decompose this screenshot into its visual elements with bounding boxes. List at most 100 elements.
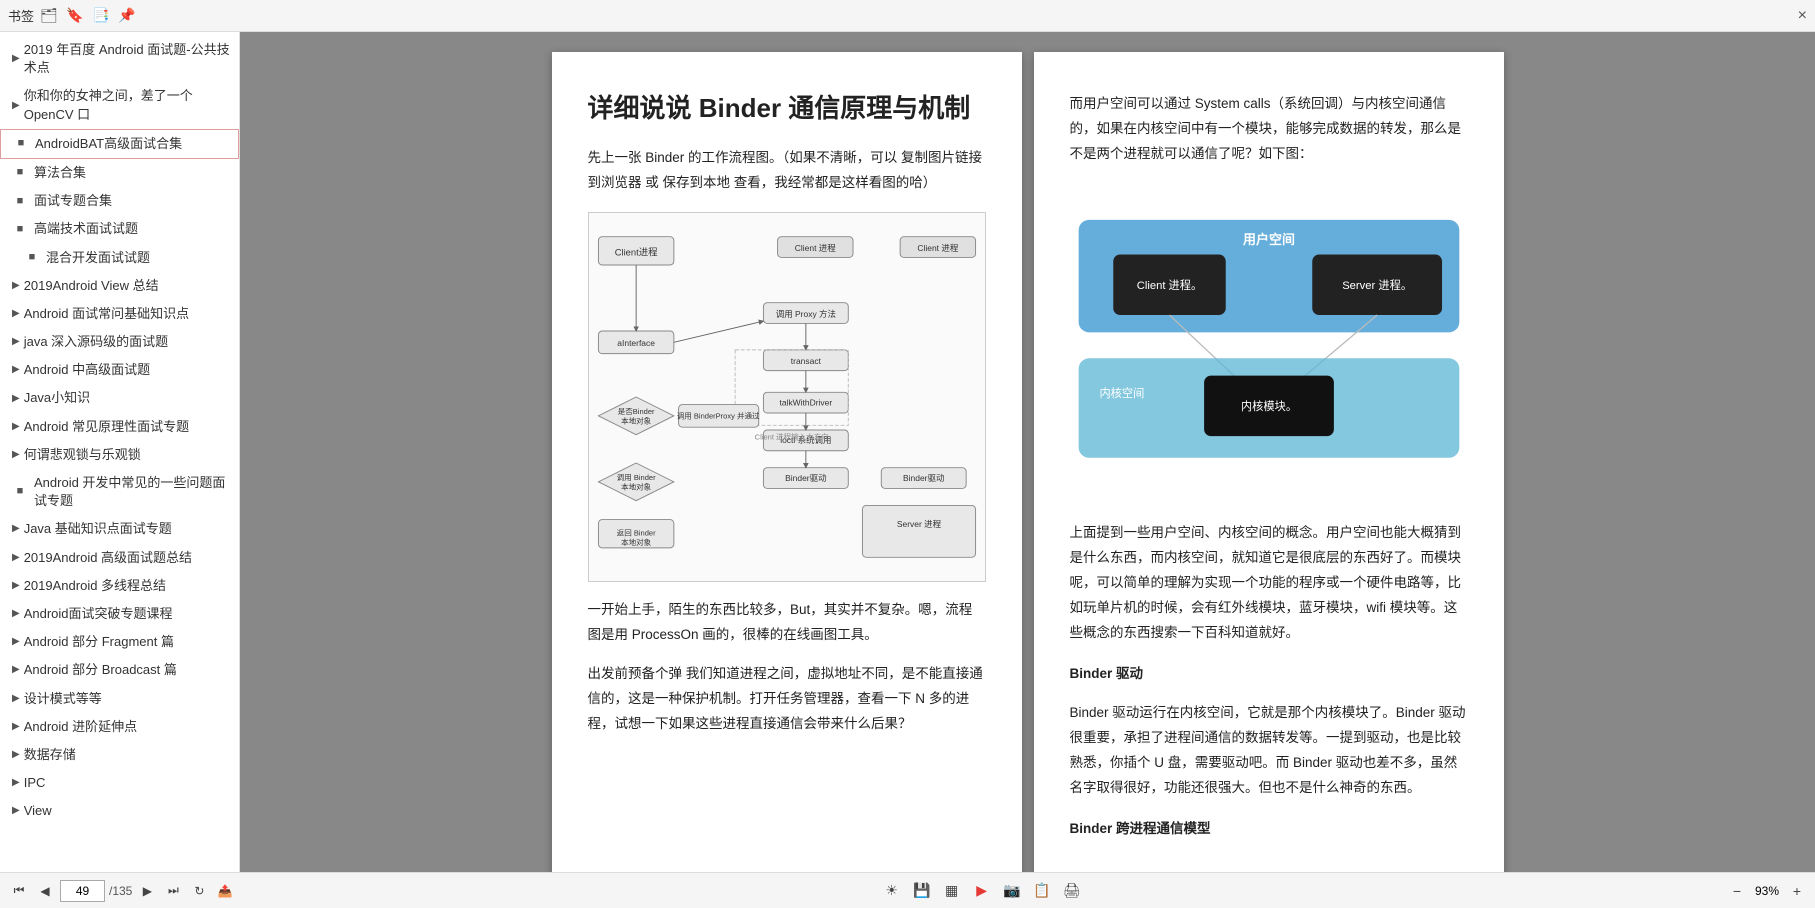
sidebar-item-22[interactable]: ▶ 设计模式等等 (0, 685, 239, 713)
sidebar-label-23: Android 进阶延伸点 (24, 718, 137, 736)
zoom-out-button[interactable]: − (1727, 881, 1747, 901)
sidebar-item-23[interactable]: ▶ Android 进阶延伸点 (0, 713, 239, 741)
bottom-left: ⏮ ◀ /135 ▶ ⏭ ↻ 📤 (8, 880, 236, 902)
svg-text:Client 进程。: Client 进程。 (1136, 279, 1202, 292)
zoom-control: − 93% + (1727, 881, 1807, 901)
sidebar-item-26[interactable]: ▶ View (0, 797, 239, 825)
sidebar-item-1[interactable]: ▶ 2019 年百度 Android 面试题-公共技术点 (0, 36, 239, 82)
sidebar-item-16[interactable]: ▶ Java 基础知识点面试专题 (0, 515, 239, 543)
sidebar-item-21[interactable]: ▶ Android 部分 Broadcast 篇 (0, 656, 239, 684)
arrow-icon-11: ▶ (12, 363, 20, 377)
sidebar: ▶ 2019 年百度 Android 面试题-公共技术点 ▶ 你和你的女神之间，… (0, 32, 240, 872)
arrow-icon-10: ▶ (12, 335, 20, 349)
zoom-value: 93% (1749, 884, 1785, 898)
sidebar-item-5[interactable]: ■ 面试专题合集 (0, 187, 239, 215)
bookmark-icon1[interactable]: 🗂 (40, 7, 58, 25)
arrow-icon-16: ▶ (12, 522, 20, 536)
left-para3: 出发前预备个弹 我们知道进程之间，虚拟地址不同，是不能直接通信的，这是一种保护机… (588, 662, 986, 737)
arrow-icon-8: ▶ (12, 279, 20, 293)
right-para1: 而用户空间可以通过 System calls（系统回调）与内核空间通信的，如果在… (1070, 92, 1468, 167)
pdf-container[interactable]: 详细说说 Binder 通信原理与机制 先上一张 Binder 的工作流程图。（… (240, 32, 1815, 872)
svg-text:内核空间: 内核空间 (1099, 386, 1144, 400)
sidebar-item-6[interactable]: ■ 高端技术面试试题 (0, 215, 239, 243)
sidebar-item-9[interactable]: ▶ Android 面试常问基础知识点 (0, 300, 239, 328)
arrow-icon-21: ▶ (12, 663, 20, 677)
sidebar-item-25[interactable]: ▶ IPC (0, 769, 239, 797)
next-page-button[interactable]: ▶ (136, 880, 158, 902)
item-icon-15: ■ (12, 484, 28, 500)
sidebar-label-21: Android 部分 Broadcast 篇 (24, 661, 177, 679)
bookmark-icon4[interactable]: 📌 (118, 7, 136, 25)
bookmark-icon2[interactable]: 🔖 (66, 7, 84, 25)
sidebar-label-7: 混合开发面试试题 (46, 249, 150, 267)
zoom-in-button[interactable]: + (1787, 881, 1807, 901)
item-icon-6: ■ (12, 221, 28, 237)
sidebar-item-15[interactable]: ■ Android 开发中常见的一些问题面试专题 (0, 469, 239, 515)
first-page-button[interactable]: ⏮ (8, 880, 30, 902)
svg-text:transact: transact (790, 356, 821, 366)
page-total: /135 (109, 884, 132, 898)
sidebar-label-13: Android 常见原理性面试专题 (24, 418, 189, 436)
sidebar-label-15: Android 开发中常见的一些问题面试专题 (34, 474, 231, 510)
svg-text:本地对象: 本地对象 (621, 415, 652, 425)
page-body-right: 而用户空间可以通过 System calls（系统回调）与内核空间通信的，如果在… (1070, 92, 1468, 842)
sidebar-item-3[interactable]: ■ AndroidBAT高级面试合集 (0, 129, 239, 159)
sidebar-label-20: Android 部分 Fragment 篇 (24, 633, 174, 651)
arrow-icon-20: ▶ (12, 635, 20, 649)
sidebar-list: ▶ 2019 年百度 Android 面试题-公共技术点 ▶ 你和你的女神之间，… (0, 32, 239, 872)
print-icon[interactable]: 🖨 (1059, 878, 1085, 904)
sidebar-item-4[interactable]: ■ 算法合集 (0, 159, 239, 187)
sidebar-item-11[interactable]: ▶ Android 中高级面试题 (0, 356, 239, 384)
play-icon[interactable]: ▶ (969, 878, 995, 904)
svg-text:调用 Proxy 方法: 调用 Proxy 方法 (775, 309, 835, 319)
sidebar-item-24[interactable]: ▶ 数据存储 (0, 741, 239, 769)
sun-icon[interactable]: ☀ (879, 878, 905, 904)
screenshot-icon[interactable]: 📷 (999, 878, 1025, 904)
prev-page-button[interactable]: ◀ (34, 880, 56, 902)
copy-icon[interactable]: 📋 (1029, 878, 1055, 904)
bookmark-icon3[interactable]: 📑 (92, 7, 110, 25)
left-para2: 一开始上手，陌生的东西比较多，But，其实并不复杂。嗯，流程图是用 Proces… (588, 598, 986, 648)
last-page-button[interactable]: ⏭ (162, 880, 184, 902)
sidebar-label-19: Android面试突破专题课程 (24, 605, 173, 623)
sidebar-item-17[interactable]: ▶ 2019Android 高级面试题总结 (0, 544, 239, 572)
save-icon[interactable]: 💾 (909, 878, 935, 904)
sidebar-item-8[interactable]: ▶ 2019Android View 总结 (0, 272, 239, 300)
arrow-icon-18: ▶ (12, 579, 20, 593)
sidebar-item-20[interactable]: ▶ Android 部分 Fragment 篇 (0, 628, 239, 656)
pdf-page-right: 而用户空间可以通过 System calls（系统回调）与内核空间通信的，如果在… (1034, 52, 1504, 872)
item-icon-7: ■ (24, 250, 40, 266)
svg-text:Binder驱动: Binder驱动 (785, 473, 826, 483)
svg-text:内核模块。: 内核模块。 (1240, 399, 1296, 413)
sidebar-item-2[interactable]: ▶ 你和你的女神之间，差了一个 OpenCV 口 (0, 82, 239, 128)
svg-text:Client 进程: Client 进程 (794, 243, 835, 253)
sidebar-item-19[interactable]: ▶ Android面试突破专题课程 (0, 600, 239, 628)
sidebar-item-10[interactable]: ▶ java 深入源码级的面试题 (0, 328, 239, 356)
item-icon-5: ■ (12, 193, 28, 209)
bottom-bar: ⏮ ◀ /135 ▶ ⏭ ↻ 📤 ☀ 💾 ▦ ▶ 📷 📋 🖨 − 93% + (0, 872, 1815, 908)
arrow-icon-25: ▶ (12, 776, 20, 790)
svg-text:Client 进程输入大方向: Client 进程输入大方向 (754, 431, 828, 441)
rotate-button[interactable]: ↻ (188, 880, 210, 902)
grid-icon[interactable]: ▦ (939, 878, 965, 904)
title-bar-left: 书签 🗂 🔖 📑 📌 (8, 6, 136, 25)
page-title: 详细说说 Binder 通信原理与机制 (588, 92, 986, 126)
close-button[interactable]: × (1798, 7, 1807, 25)
svg-text:本地对象: 本地对象 (621, 537, 652, 547)
sidebar-label-1: 2019 年百度 Android 面试题-公共技术点 (24, 41, 231, 77)
sidebar-item-7[interactable]: ■ 混合开发面试试题 (0, 244, 239, 272)
sidebar-item-18[interactable]: ▶ 2019Android 多线程总结 (0, 572, 239, 600)
sidebar-label-3: AndroidBAT高级面试合集 (35, 135, 182, 153)
sidebar-label-10: java 深入源码级的面试题 (24, 333, 168, 351)
sidebar-item-14[interactable]: ▶ 何谓悲观锁与乐观锁 (0, 441, 239, 469)
sidebar-item-12[interactable]: ▶ Java小知识 (0, 384, 239, 412)
page-number-input[interactable] (60, 880, 105, 902)
arrow-icon-1: ▶ (12, 52, 20, 66)
title-bar-title: 书签 (8, 6, 34, 25)
section1-title: Binder 驱动 (1070, 662, 1468, 687)
sidebar-label-4: 算法合集 (34, 164, 86, 182)
sidebar-label-18: 2019Android 多线程总结 (24, 577, 166, 595)
sidebar-item-13[interactable]: ▶ Android 常见原理性面试专题 (0, 413, 239, 441)
export-button[interactable]: 📤 (214, 880, 236, 902)
item-icon-3: ■ (13, 136, 29, 152)
